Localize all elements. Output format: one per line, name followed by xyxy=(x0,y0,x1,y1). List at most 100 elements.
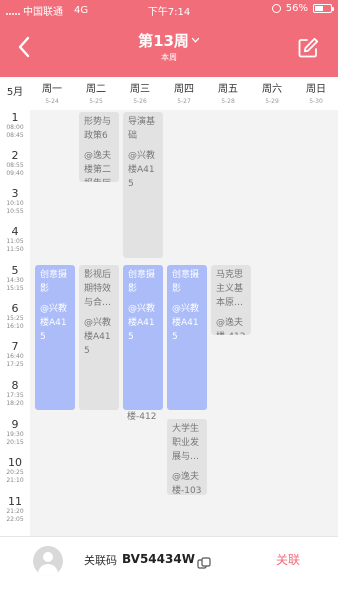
period-end: 10:55 xyxy=(6,208,24,215)
course-name: 创意摄影 xyxy=(172,270,200,294)
course-location: @逸夫楼第二报告厅 xyxy=(84,151,112,182)
period-start: 17:35 xyxy=(6,392,24,399)
course-name: 马克思主义基本原… xyxy=(216,270,244,308)
course-block[interactable]: 导演基础 @兴教楼A415 xyxy=(123,112,163,258)
chevron-down-icon xyxy=(191,37,200,43)
period-slot: 7 16:40 17:25 xyxy=(0,341,30,369)
period-start: 21:20 xyxy=(6,508,24,515)
course-location: @逸夫楼-412 xyxy=(216,318,245,335)
period-start: 14:30 xyxy=(6,277,24,284)
battery-icon xyxy=(313,4,334,13)
course-location: @兴教楼A415 xyxy=(40,304,68,342)
period-end: 22:05 xyxy=(6,516,24,523)
day-date: 5-29 xyxy=(265,98,279,105)
day-name: 周一 xyxy=(42,84,62,95)
period-slot: 4 11:05 11:50 xyxy=(0,226,30,254)
course-name: 导演基础 xyxy=(128,117,156,141)
course-location: @兴教楼A415 xyxy=(128,151,156,189)
copy-icon[interactable] xyxy=(197,554,211,569)
day-name: 周六 xyxy=(262,84,282,95)
course-block[interactable]: 大学生职业发展与… @逸夫楼-103 xyxy=(167,419,207,495)
period-slot: 3 10:10 10:55 xyxy=(0,188,30,216)
course-schedule-screen: 中国联通 4G 下午7:14 56% 第13周 本周 5月 周一 5-24 周二… xyxy=(0,0,338,600)
day-header: 周四 5-27 xyxy=(162,80,206,105)
day-date: 5-27 xyxy=(177,98,191,105)
period-slot: 11 21:20 22:05 xyxy=(0,496,30,524)
period-end: 15:15 xyxy=(6,285,24,292)
period-end: 17:25 xyxy=(6,361,24,368)
link-code-label: 关联码 xyxy=(84,554,117,567)
period-slot: 1 08:00 08:45 xyxy=(0,112,30,140)
day-name: 周二 xyxy=(86,84,106,95)
period-start: 16:40 xyxy=(6,353,24,360)
day-header: 周二 5-25 xyxy=(74,80,118,105)
status-bar: 中国联通 4G 下午7:14 56% xyxy=(0,0,338,20)
battery-fill xyxy=(315,6,323,11)
course-name: 形势与政策6 xyxy=(84,117,112,141)
course-name: 创意摄影 xyxy=(40,270,68,294)
day-header: 周六 5-29 xyxy=(250,80,294,105)
course-location: @兴教楼A415 xyxy=(84,318,112,356)
course-location: @逸夫楼-103 xyxy=(172,472,202,495)
period-end: 20:15 xyxy=(6,439,24,446)
period-number: 4 xyxy=(11,225,19,238)
period-number: 8 xyxy=(11,379,19,392)
course-block[interactable]: 影视后期特效与合… @兴教楼A415 xyxy=(79,265,119,410)
week-selector[interactable]: 第13周 本周 xyxy=(0,30,338,63)
period-number: 9 xyxy=(11,418,19,431)
period-slot: 2 08:55 09:40 xyxy=(0,150,30,178)
link-code-bar: 关联码 BV54434W 关联 xyxy=(0,536,338,600)
week-header: 5月 周一 5-24 周二 5-25 周三 5-26 周四 5-27 周五 5-28 周六… xyxy=(0,77,338,110)
day-header: 周一 5-24 xyxy=(30,80,74,105)
battery-percent: 56% xyxy=(285,3,308,14)
day-name: 周日 xyxy=(306,84,326,95)
course-block[interactable]: 马克思主义基本原… @逸夫楼-412 xyxy=(211,265,251,335)
day-name: 周四 xyxy=(174,84,194,95)
day-date: 5-30 xyxy=(309,98,323,105)
course-location: @兴教楼A415 xyxy=(128,304,156,342)
course-name: 大学生职业发展与… xyxy=(172,424,200,462)
course-name: 影视后期特效与合… xyxy=(84,270,112,308)
period-number: 6 xyxy=(11,302,19,315)
period-start: 15:25 xyxy=(6,315,24,322)
month-label: 5月 xyxy=(6,87,24,98)
period-slot: 9 19:30 20:15 xyxy=(0,419,30,447)
period-start: 11:05 xyxy=(6,238,24,245)
period-end: 18:20 xyxy=(6,400,24,407)
edit-button[interactable] xyxy=(296,36,320,60)
day-header: 周五 5-28 xyxy=(206,80,250,105)
period-number: 2 xyxy=(11,149,19,162)
period-end: 09:40 xyxy=(6,170,24,177)
period-number: 1 xyxy=(11,111,19,124)
day-name: 周五 xyxy=(218,84,238,95)
period-slot: 5 14:30 15:15 xyxy=(0,265,30,293)
schedule-grid[interactable]: 1 08:00 08:45 2 08:55 09:40 3 10:10 10:55 4 11:… xyxy=(0,110,338,536)
course-block[interactable]: 创意摄影 @兴教楼A415 xyxy=(35,265,75,410)
status-right: 56% xyxy=(271,3,334,14)
day-date: 5-24 xyxy=(45,98,59,105)
day-header: 周日 5-30 xyxy=(294,80,338,105)
day-date: 5-25 xyxy=(89,98,103,105)
period-start: 20:25 xyxy=(6,469,24,476)
period-start: 19:30 xyxy=(6,431,24,438)
course-block[interactable]: 创意摄影 @兴教楼A415 xyxy=(167,265,207,410)
period-slot: 6 15:25 16:10 xyxy=(0,303,30,331)
alarm-icon xyxy=(271,4,281,13)
period-number: 11 xyxy=(8,495,22,508)
course-block[interactable]: 创意摄影 @兴教楼A415 xyxy=(123,265,163,410)
associate-button[interactable]: 关联 xyxy=(276,551,300,568)
period-number: 3 xyxy=(11,187,19,200)
period-start: 08:55 xyxy=(6,162,24,169)
period-number: 10 xyxy=(8,456,22,469)
period-end: 08:45 xyxy=(6,132,24,139)
course-block[interactable]: 形势与政策6 @逸夫楼第二报告厅 xyxy=(79,112,119,182)
app-header: 中国联通 4G 下午7:14 56% 第13周 本周 xyxy=(0,0,338,77)
period-end: 16:10 xyxy=(6,323,24,330)
day-date: 5-26 xyxy=(133,98,147,105)
day-date: 5-28 xyxy=(221,98,235,105)
time-column: 1 08:00 08:45 2 08:55 09:40 3 10:10 10:55 4 11:… xyxy=(0,110,30,536)
period-start: 08:00 xyxy=(6,124,24,131)
period-slot: 8 17:35 18:20 xyxy=(0,380,30,408)
user-avatar-icon[interactable] xyxy=(33,546,63,576)
period-number: 7 xyxy=(11,340,19,353)
